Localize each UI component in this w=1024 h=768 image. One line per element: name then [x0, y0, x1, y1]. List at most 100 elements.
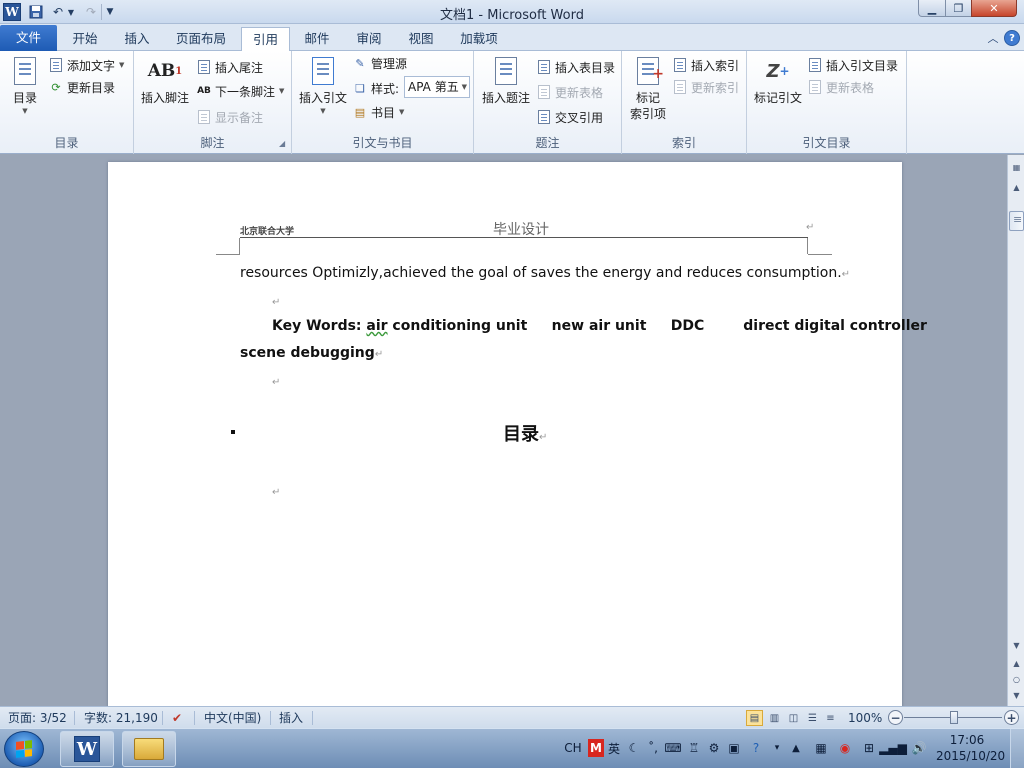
show-desktop-button[interactable]	[1010, 729, 1024, 768]
zoom-out-button[interactable]: −	[888, 710, 903, 725]
keywords-line: Key Words: air conditioning unit new air…	[272, 318, 927, 334]
tab-review[interactable]: 审阅	[348, 27, 390, 51]
ime-options-icon[interactable]: ▾	[772, 739, 782, 757]
keyboard-icon[interactable]: ⌨	[664, 739, 682, 757]
taskbar-word-button[interactable]: W	[60, 731, 114, 767]
group-index: + 标记 索引项 插入索引 更新索引 索引	[622, 51, 747, 154]
security-icon[interactable]: ◉	[836, 739, 854, 757]
cross-reference-icon	[536, 109, 552, 125]
cross-reference-button[interactable]: 交叉引用	[536, 107, 603, 127]
citation-style-select[interactable]: APA 第五 ▼	[404, 76, 470, 98]
language-indicator[interactable]: 中文(中国)	[204, 710, 261, 726]
update-index-button[interactable]: 更新索引	[672, 77, 739, 97]
scroll-down-icon[interactable]: ▼	[1009, 637, 1024, 653]
zoom-level[interactable]: 100%	[848, 710, 882, 726]
taskbar-explorer-button[interactable]	[122, 731, 176, 767]
print-layout-view-icon[interactable]: ▤	[746, 710, 763, 726]
minimize-button[interactable]: ▁	[918, 0, 946, 17]
insert-mode-indicator[interactable]: 插入	[279, 710, 303, 726]
group-index-label: 索引	[671, 136, 696, 150]
ime-mode-indicator[interactable]: 英	[606, 739, 622, 757]
settings-icon[interactable]: ⚙	[706, 739, 722, 757]
document-page[interactable]: 北京联合大学 毕业设计 ↵ resources Optimizly,achiev…	[108, 162, 927, 706]
toc-button[interactable]: 目录 ▼	[8, 55, 42, 116]
ruler-toggle-icon[interactable]: ▦	[1009, 159, 1024, 175]
proofing-icon[interactable]: ✔	[172, 710, 182, 726]
empty-paragraph-mark: ↵	[272, 487, 281, 498]
scroll-thumb[interactable]	[1009, 211, 1024, 231]
next-page-icon[interactable]: ▼	[1009, 687, 1024, 703]
restore-button[interactable]: ❐	[945, 0, 972, 17]
crop-mark-right-h	[808, 254, 832, 255]
update-toa-button[interactable]: 更新表格	[807, 77, 874, 97]
clock-time: 17:06	[949, 733, 985, 747]
mark-citation-button[interactable]: Z + 标记引文	[751, 55, 805, 106]
insert-footnote-button[interactable]: AB 1 插入脚注	[140, 55, 190, 106]
network-signal-icon[interactable]: ▂▄▆	[879, 739, 907, 757]
network-device-icon[interactable]: ▦	[812, 739, 830, 757]
tab-insert[interactable]: 插入	[114, 27, 160, 51]
update-table-button[interactable]: 更新表格	[536, 82, 603, 102]
insert-endnote-button[interactable]: 插入尾注	[196, 57, 263, 77]
start-button[interactable]	[4, 731, 44, 767]
insert-caption-button[interactable]: 插入题注	[478, 55, 534, 106]
ime-logo-icon[interactable]: M	[588, 739, 604, 757]
previous-page-icon[interactable]: ▲	[1009, 655, 1024, 671]
update-toc-button[interactable]: ⟳ 更新目录	[48, 77, 115, 97]
insert-table-of-figures-label: 插入表目录	[555, 60, 616, 75]
volume-icon[interactable]: 🔊	[910, 739, 928, 757]
insert-index-button[interactable]: 插入索引	[672, 55, 739, 75]
full-screen-reading-view-icon[interactable]: ▥	[766, 710, 783, 726]
ribbon-tab-bar: 文件 开始 插入 页面布局 引用 邮件 审阅 视图 加载项 ︿ ?	[0, 24, 1024, 52]
cross-reference-label: 交叉引用	[555, 110, 604, 125]
header-paragraph-mark: ↵	[806, 222, 815, 233]
moon-icon[interactable]: ☾	[626, 739, 642, 757]
insert-toa-button[interactable]: 插入引文目录	[807, 55, 898, 75]
group-citations-label: 引文与书目	[352, 136, 413, 150]
outline-view-icon[interactable]: ☰	[804, 710, 821, 726]
clock-date: 2015/10/20	[936, 749, 1006, 763]
minimize-ribbon-icon[interactable]: ︿	[986, 30, 1000, 46]
show-hidden-icons-icon[interactable]: ▲	[790, 739, 802, 757]
word-count[interactable]: 字数: 21,190	[84, 710, 158, 726]
close-button[interactable]: ✕	[971, 0, 1017, 17]
tab-view[interactable]: 视图	[400, 27, 442, 51]
next-footnote-button[interactable]: AB 下一条脚注 ▼	[196, 81, 284, 101]
add-text-button[interactable]: 添加文字 ▼	[48, 55, 124, 75]
clothes-icon[interactable]: ♖	[686, 739, 702, 757]
browse-object-icon[interactable]: ○	[1009, 671, 1024, 687]
insert-citation-button[interactable]: 插入引文 ▼	[298, 55, 348, 116]
manage-sources-button[interactable]: ✎ 管理源	[352, 53, 407, 73]
tab-page-layout[interactable]: 页面布局	[168, 27, 234, 51]
input-language-indicator[interactable]: CH	[564, 739, 582, 757]
vertical-scrollbar[interactable]: ▦ ▲ ▼ ▲ ○ ▼	[1007, 155, 1024, 706]
tab-home[interactable]: 开始	[62, 27, 108, 51]
insert-citation-icon	[308, 55, 338, 87]
show-notes-label: 显示备注	[215, 110, 264, 125]
tool-icon[interactable]: ▣	[726, 739, 742, 757]
web-layout-view-icon[interactable]: ◫	[785, 710, 802, 726]
update-toa-label: 更新表格	[826, 80, 875, 95]
scroll-up-icon[interactable]: ▲	[1009, 179, 1024, 195]
tab-file[interactable]: 文件	[0, 25, 57, 51]
insert-toa-label: 插入引文目录	[826, 58, 899, 73]
tab-mailings[interactable]: 邮件	[296, 27, 338, 51]
show-notes-button[interactable]: 显示备注	[196, 107, 263, 127]
tab-add-ins[interactable]: 加载项	[452, 27, 506, 51]
page-indicator[interactable]: 页面: 3/52	[8, 710, 67, 726]
bibliography-button[interactable]: ▤ 书目 ▼	[352, 102, 405, 122]
draft-view-icon[interactable]: ≡	[822, 710, 839, 726]
zoom-in-button[interactable]: +	[1004, 710, 1019, 725]
taskbar-clock[interactable]: 17:06 2015/10/20	[936, 732, 1006, 764]
insert-citation-label: 插入引文	[298, 91, 347, 105]
help-icon[interactable]: ?	[1004, 30, 1020, 46]
toc-button-label: 目录	[12, 91, 37, 105]
insert-table-of-figures-button[interactable]: 插入表目录	[536, 57, 615, 77]
zoom-slider-thumb[interactable]	[950, 711, 958, 724]
tab-references[interactable]: 引用	[241, 27, 290, 52]
mark-entry-button[interactable]: + 标记 索引项	[626, 55, 670, 122]
help-tray-icon[interactable]: ?	[748, 739, 764, 757]
windows-flag-icon[interactable]: ⊞	[860, 739, 878, 757]
punctuation-icon[interactable]: ˚,	[648, 739, 658, 757]
keywords-rest: conditioning unit new air unit DDC direc…	[387, 318, 927, 334]
